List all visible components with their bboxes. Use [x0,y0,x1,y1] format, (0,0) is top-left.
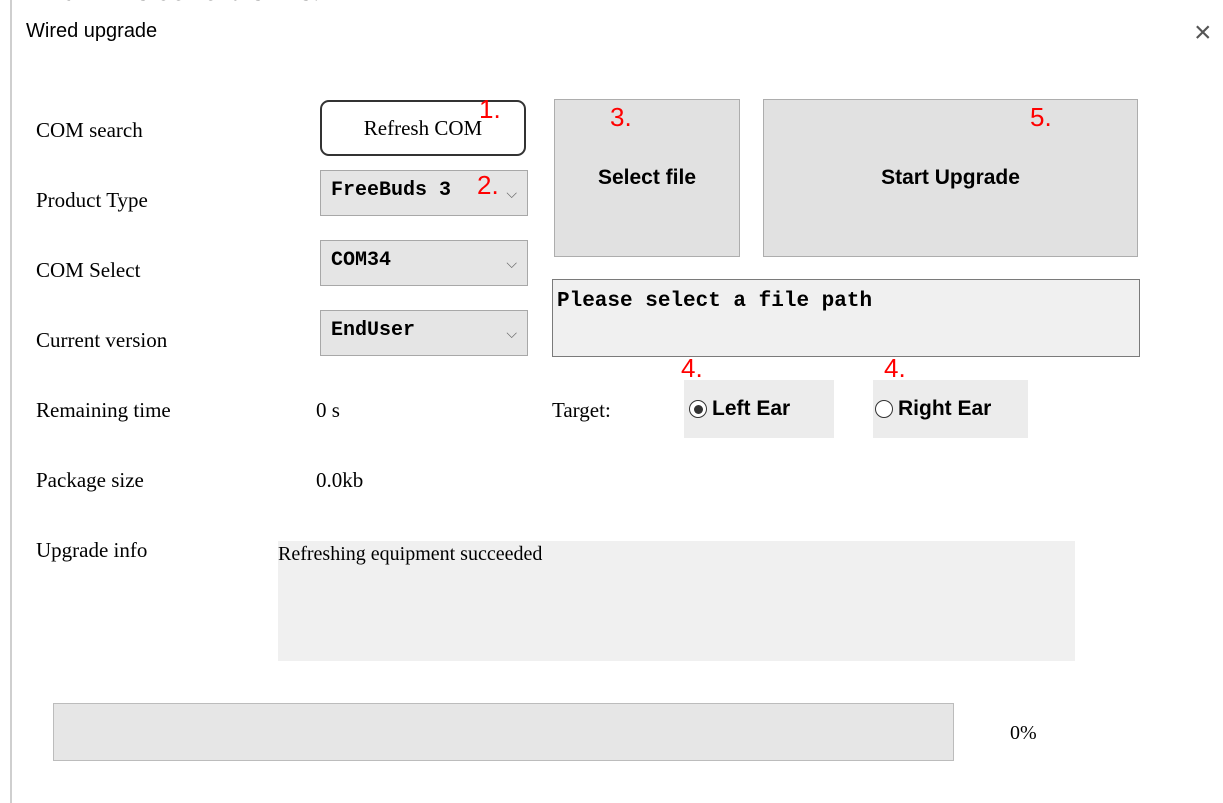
upgrade-progress-bar [53,703,954,761]
current-version-value: EndUser [331,319,416,342]
file-path-field[interactable]: Please select a file path [552,279,1140,357]
window-title: Wired upgrade [26,20,158,42]
start-upgrade-label: Start Upgrade [881,166,1020,189]
upgrade-info-label: Upgrade info [36,538,148,562]
annotation-step-2: 2. [477,170,499,200]
window-left-edge [10,0,12,803]
radio-selected-icon [689,400,707,418]
upgrade-info-area: Refreshing equipment succeeded [278,541,1075,661]
current-version-label: Current version [36,328,168,352]
product-type-value: FreeBuds 3 [331,179,452,202]
left-ear-radio[interactable]: Left Ear [684,380,834,438]
com-select-label: COM Select [36,258,141,282]
overlay-heading: На ните обновление: [40,0,321,8]
annotation-step-1: 1. [479,94,501,124]
com-select-value: COM34 [331,249,392,272]
radio-unselected-icon [875,400,893,418]
annotation-step-4-left: 4. [681,353,703,383]
target-label: Target: [552,398,611,422]
package-size-value: 0.0kb [316,468,364,492]
right-ear-label: Right Ear [898,397,992,420]
com-select-dropdown[interactable]: COM34 ⌵ [320,240,528,286]
annotation-step-5: 5. [1030,102,1052,132]
package-size-label: Package size [36,468,144,492]
file-path-text: Please select a file path [557,290,873,313]
chevron-down-icon: ⌵ [506,185,517,201]
annotation-step-3: 3. [610,102,632,132]
upgrade-info-text: Refreshing equipment succeeded [278,543,543,565]
close-icon[interactable]: × [1194,18,1212,48]
chevron-down-icon: ⌵ [506,255,517,271]
chevron-down-icon: ⌵ [506,325,517,341]
progress-percent: 0% [1010,722,1037,744]
right-ear-radio[interactable]: Right Ear [873,380,1028,438]
com-search-label: COM search [36,118,143,142]
left-ear-label: Left Ear [712,397,791,420]
select-file-button[interactable]: Select file [554,99,740,257]
product-type-label: Product Type [36,188,148,212]
select-file-label: Select file [597,166,697,189]
refresh-com-label: Refresh COM [363,115,483,140]
remaining-time-label: Remaining time [36,398,171,422]
annotation-step-4-right: 4. [884,353,906,383]
start-upgrade-button[interactable]: Start Upgrade [763,99,1138,257]
current-version-dropdown[interactable]: EndUser ⌵ [320,310,528,356]
remaining-time-value: 0 s [316,398,340,422]
